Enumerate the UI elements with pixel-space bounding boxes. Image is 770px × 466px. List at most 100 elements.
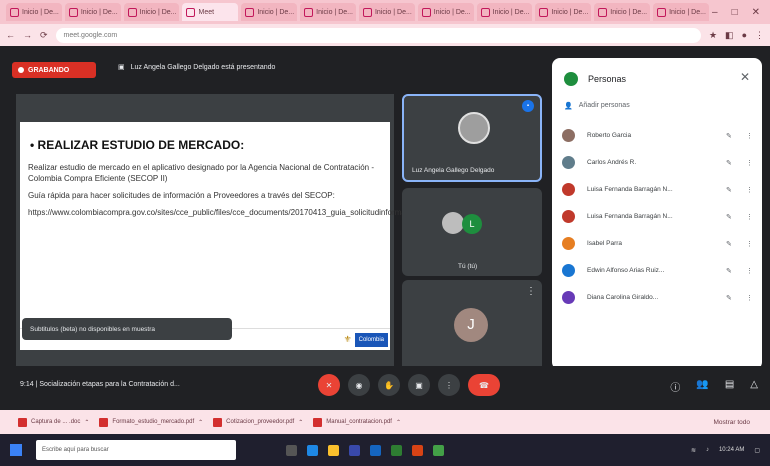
pin-icon[interactable]: ✎ [726, 213, 746, 221]
gov-logo-text: Colombia [358, 336, 384, 343]
download-filename: Manual_contratacion.pdf [326, 419, 392, 425]
participant-tile[interactable]: J ⋮ Ju [402, 280, 542, 380]
download-item[interactable]: Cotizacion_proveedor.pdf ⌃ [213, 417, 303, 427]
add-people-button[interactable]: 👤 Añadir personas [564, 102, 630, 110]
browser-tab[interactable]: Inicio | De... [358, 3, 415, 21]
pin-icon[interactable]: ✎ [726, 294, 746, 302]
file-explorer-icon[interactable] [328, 444, 339, 456]
tab-favicon-icon [421, 7, 431, 17]
browser-tab[interactable]: Inicio | De... [300, 3, 356, 21]
show-all-button[interactable]: Mostrar todo [714, 419, 751, 426]
download-item[interactable]: Manual_contratacion.pdf ⌃ [313, 417, 401, 427]
store-icon[interactable] [349, 444, 360, 456]
more-options-icon[interactable]: ⋮ [746, 132, 756, 140]
people-toggle-icon[interactable]: 👥 [696, 379, 708, 394]
pin-icon[interactable]: ✎ [726, 240, 746, 248]
participant-tile[interactable]: L Tú (tú) [402, 188, 542, 276]
url-field[interactable]: meet.google.com [55, 27, 701, 43]
file-icon [99, 417, 109, 427]
address-bar: ← → ⟳ meet.google.com ★ ◧ ● ⋮ [0, 24, 770, 46]
powerpoint-icon[interactable] [412, 444, 423, 456]
more-options-button[interactable]: ⋮ [438, 374, 460, 396]
tab-favicon-icon [186, 7, 196, 17]
more-options-icon[interactable]: ⋮ [746, 213, 756, 221]
mic-off-button[interactable]: ✕ [318, 374, 340, 396]
bookmark-icon[interactable]: ★ [709, 30, 717, 41]
close-window-icon[interactable]: ✕ [752, 7, 760, 18]
close-icon[interactable]: ✕ [740, 70, 750, 84]
participant-row[interactable]: Roberto Garcia ✎ ⋮ [562, 122, 756, 149]
more-options-icon[interactable]: ⋮ [746, 267, 756, 275]
download-item[interactable]: Formato_estudio_mercado.pdf ⌃ [99, 417, 203, 427]
task-view-icon[interactable] [286, 444, 297, 456]
back-icon[interactable]: ← [6, 30, 15, 40]
taskbar-search[interactable]: Escribe aquí para buscar [36, 440, 236, 460]
download-item[interactable]: Captura de ... .doc ⌃ [18, 417, 89, 427]
extensions-icon[interactable]: ◧ [725, 30, 734, 41]
camera-button[interactable]: ◉ [348, 374, 370, 396]
menu-icon[interactable]: ⋮ [755, 30, 764, 41]
more-options-icon[interactable]: ⋮ [746, 294, 756, 302]
browser-tab[interactable]: Inicio | De... [476, 3, 533, 21]
browser-tab[interactable]: Inicio | De... [535, 3, 592, 21]
participant-row[interactable]: Luisa Fernanda Barragán N... ✎ ⋮ [562, 203, 756, 230]
browser-tab[interactable]: Inicio | De... [417, 3, 474, 21]
participant-row[interactable]: Edwin Alfonso Arias Ruiz... ✎ ⋮ [562, 257, 756, 284]
edge-icon[interactable] [307, 444, 318, 456]
leave-call-button[interactable]: ☎ [468, 374, 500, 396]
activities-icon[interactable]: △ [750, 379, 758, 394]
chevron-up-icon[interactable]: ⌃ [298, 419, 303, 426]
system-tray: ≋ ♪ 10:24 AM ▢ [691, 447, 760, 454]
tab-title: Inicio | De... [22, 8, 59, 16]
maximize-icon[interactable]: □ [732, 7, 738, 18]
tab-title: Meet [198, 8, 215, 16]
chevron-up-icon[interactable]: ⌃ [396, 419, 401, 426]
participant-row[interactable]: Carlos Andrés R. ✎ ⋮ [562, 149, 756, 176]
participant-name: Carlos Andrés R. [587, 159, 637, 166]
browser-tab[interactable]: Inicio | De... [6, 3, 62, 21]
side-controls: ⓘ 👥 ▤ △ [670, 379, 758, 394]
chevron-up-icon[interactable]: ⌃ [84, 419, 89, 426]
profile-icon[interactable]: ● [742, 30, 747, 40]
info-icon[interactable]: ⓘ [670, 379, 680, 394]
wifi-icon[interactable]: ≋ [691, 447, 696, 454]
chat-icon[interactable]: ▤ [725, 379, 734, 394]
pin-icon[interactable]: ✎ [726, 267, 746, 275]
presenter-bar: ▣ Luz Angela Gallego Delgado está presen… [118, 63, 275, 72]
chrome-icon[interactable] [433, 444, 444, 456]
meet-control-bar: 9:14 | Socialización etapas para la Cont… [0, 366, 770, 410]
browser-tab[interactable]: Inicio | De... [594, 3, 651, 21]
chevron-up-icon[interactable]: ⌃ [198, 419, 203, 426]
reload-icon[interactable]: ⟳ [40, 30, 48, 41]
present-button[interactable]: ▣ [408, 374, 430, 396]
browser-tab[interactable]: Meet [182, 3, 239, 21]
browser-tab[interactable]: Inicio | De... [653, 3, 709, 21]
pin-icon[interactable]: ✎ [726, 132, 746, 140]
gov-logo: Colombia [354, 332, 388, 347]
volume-icon[interactable]: ♪ [706, 447, 709, 453]
participant-row[interactable]: Luisa Fernanda Barragán N... ✎ ⋮ [562, 176, 756, 203]
more-options-icon[interactable]: ⋮ [526, 286, 536, 297]
raise-hand-button[interactable]: ✋ [378, 374, 400, 396]
browser-tab[interactable]: Inicio | De... [241, 3, 298, 21]
participant-tile[interactable]: ▪ Luz Angela Gallego Delgado [402, 94, 542, 182]
browser-tab[interactable]: Inicio | De... [64, 3, 121, 21]
forward-icon[interactable]: → [23, 30, 32, 40]
participant-row[interactable]: Diana Carolina Giraldo... ✎ ⋮ [562, 284, 756, 311]
pin-icon[interactable]: ✎ [726, 159, 746, 167]
pin-icon[interactable]: ✎ [726, 186, 746, 194]
participant-row[interactable]: Isabel Parra ✎ ⋮ [562, 230, 756, 257]
browser-tab[interactable]: Inicio | De... [123, 3, 180, 21]
browser-tab-strip: Inicio | De... Inicio | De... Inicio | De.… [0, 0, 770, 24]
more-options-icon[interactable]: ⋮ [746, 186, 756, 194]
word-icon[interactable] [370, 444, 381, 456]
more-options-icon[interactable]: ⋮ [746, 240, 756, 248]
excel-icon[interactable] [391, 444, 402, 456]
windows-start-icon[interactable] [10, 444, 22, 456]
minimize-icon[interactable]: – [712, 7, 718, 18]
more-options-icon[interactable]: ⋮ [746, 159, 756, 167]
clock[interactable]: 10:24 AM [719, 447, 744, 453]
participant-name: Diana Carolina Giraldo... [587, 294, 659, 301]
taskbar: Escribe aquí para buscar ≋ ♪ 10:24 AM ▢ [0, 434, 770, 466]
notification-icon[interactable]: ▢ [754, 447, 760, 454]
